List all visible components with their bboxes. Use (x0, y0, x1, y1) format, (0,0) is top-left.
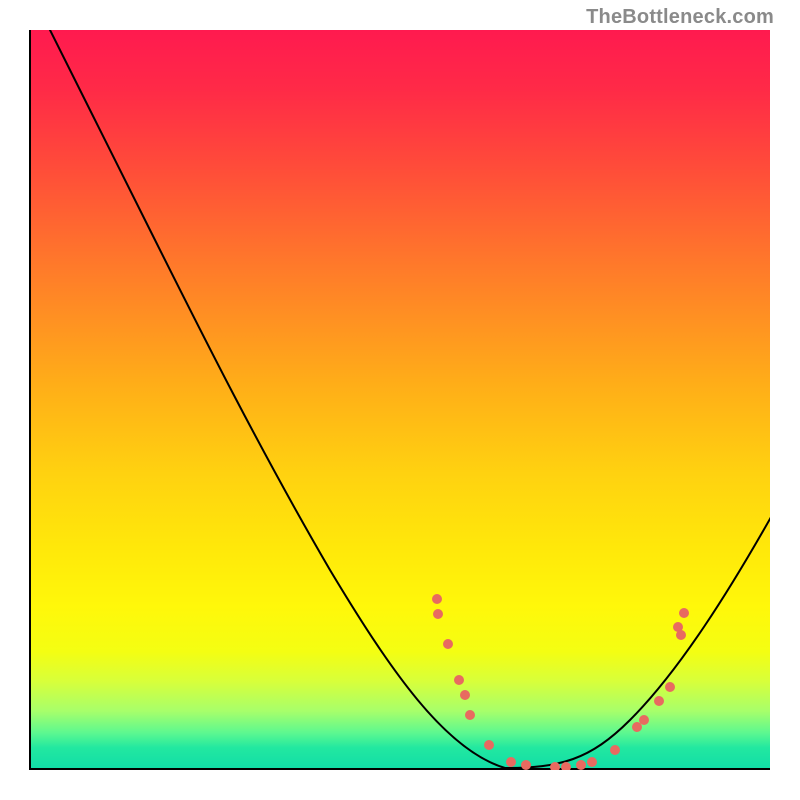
data-point (506, 757, 516, 767)
watermark-text: TheBottleneck.com (586, 6, 774, 29)
data-point (460, 690, 470, 700)
data-point (587, 757, 597, 767)
data-points-group (432, 594, 689, 770)
data-point (639, 715, 649, 725)
data-point (654, 696, 664, 706)
chart-svg (30, 30, 770, 770)
data-point (676, 630, 686, 640)
data-point (432, 594, 442, 604)
data-point (454, 675, 464, 685)
data-point (610, 745, 620, 755)
chart-container: TheBottleneck.com (0, 0, 800, 800)
data-point (521, 760, 531, 770)
bottleneck-curve (35, 30, 770, 768)
data-point (576, 760, 586, 770)
data-point (465, 710, 475, 720)
data-point (679, 608, 689, 618)
data-point (433, 609, 443, 619)
data-point (484, 740, 494, 750)
data-point (443, 639, 453, 649)
data-point (665, 682, 675, 692)
